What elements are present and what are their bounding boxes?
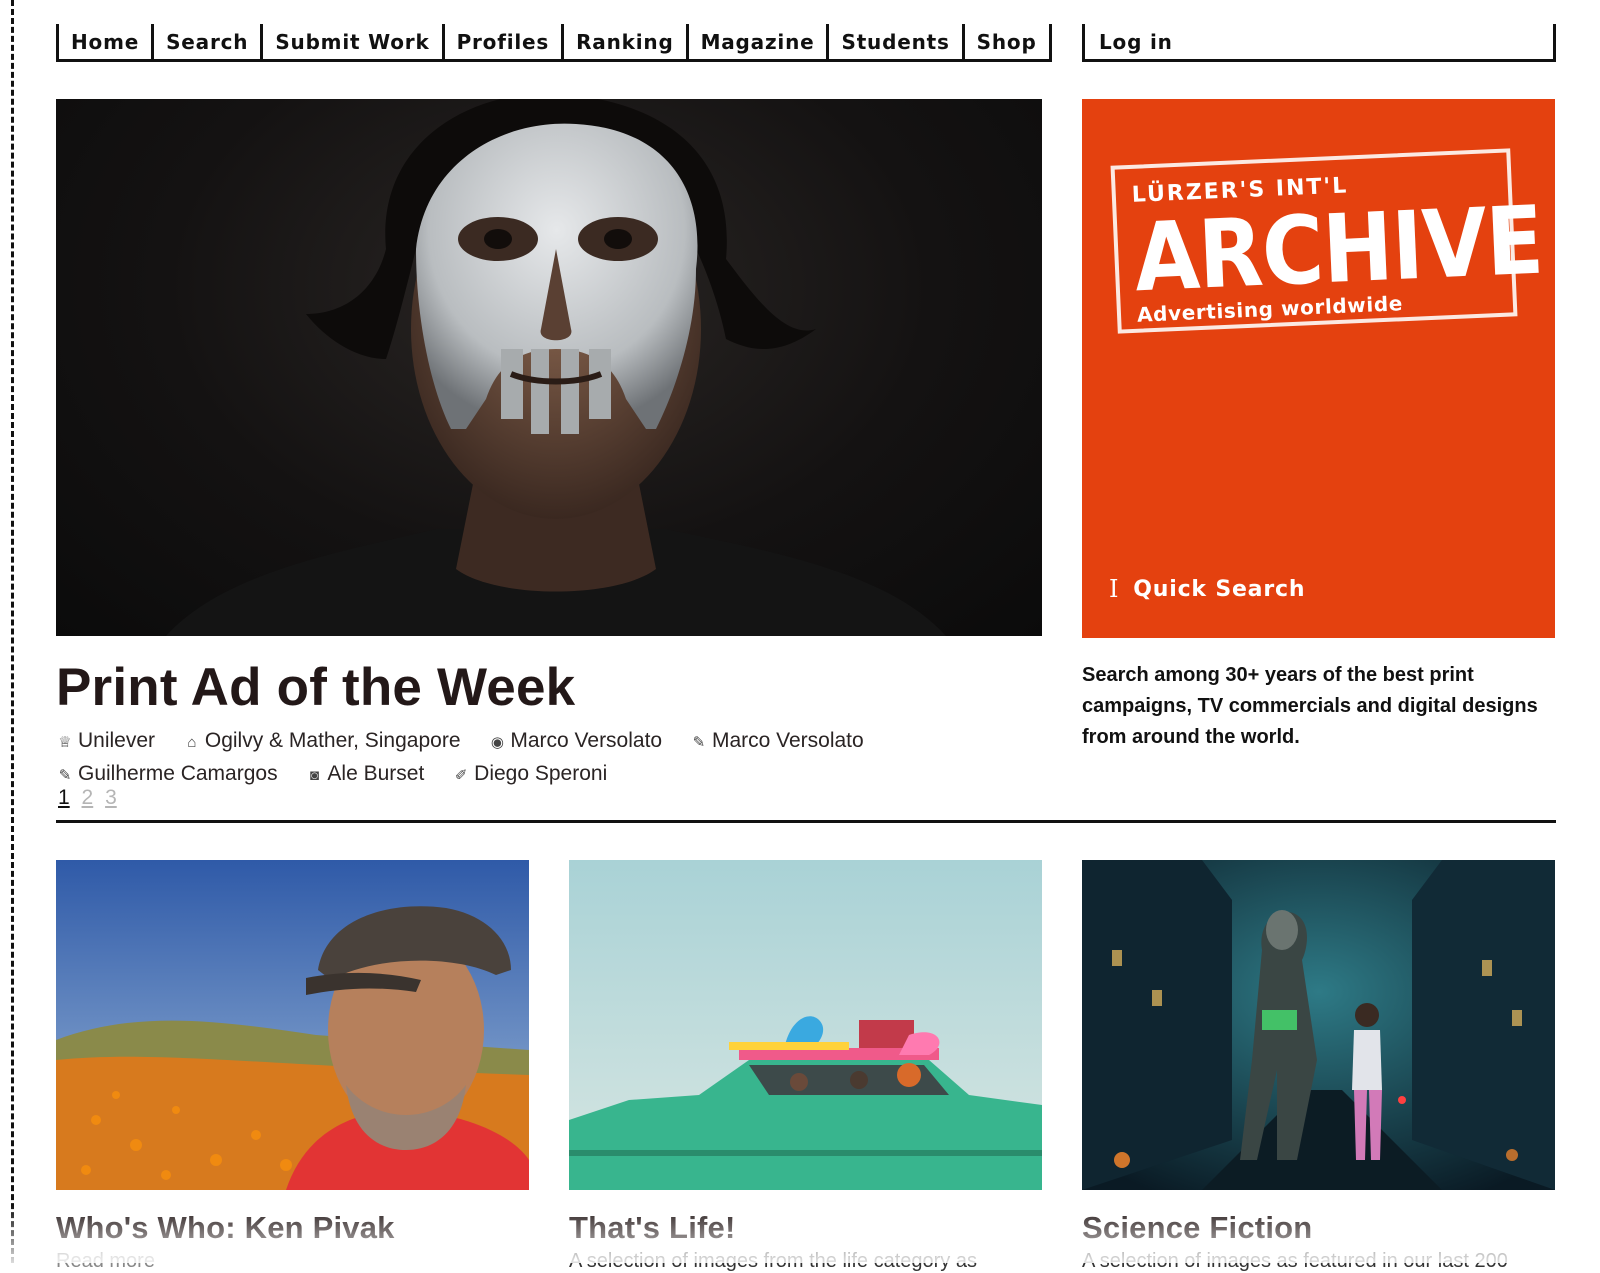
quick-search-button[interactable]: I Quick Search xyxy=(1109,575,1305,603)
pager-page-2[interactable]: 2 xyxy=(82,786,94,809)
science-fiction-image[interactable] xyxy=(1082,860,1555,1190)
card-excerpt: A selection of images from the life cate… xyxy=(569,1250,977,1272)
nav-magazine[interactable]: Magazine xyxy=(685,24,827,59)
feature-pager: 1 2 3 xyxy=(58,786,123,810)
nav-students[interactable]: Students xyxy=(826,24,961,59)
card-excerpt: A selection of images as featured in our… xyxy=(1082,1250,1508,1272)
article-card[interactable]: Science Fiction A selection of images as… xyxy=(1082,860,1555,1273)
article-card[interactable]: Who's Who: Ken Pivak Read more xyxy=(56,860,529,1273)
eye-icon: ◉ xyxy=(490,734,504,751)
ad-credits: ♕ Unilever ⌂ Ogilvy & Mather, Singapore ◉ M… xyxy=(56,725,1036,791)
card-title[interactable]: Who's Who: Ken Pivak xyxy=(56,1210,529,1246)
ken-pivak-portrait-image[interactable] xyxy=(56,860,529,1190)
main-nav: Home Search Submit Work Profiles Ranking… xyxy=(56,24,1052,62)
print-ad-of-week-title[interactable]: Print Ad of the Week xyxy=(56,657,575,718)
text-cursor-icon: I xyxy=(1109,575,1120,603)
archive-description: Search among 30+ years of the best print… xyxy=(1082,664,1538,748)
read-more-link[interactable]: Read more xyxy=(56,1250,529,1273)
archive-logo-stamp: LÜRZER'S INT'L ARCHIVE Advertising world… xyxy=(1110,148,1545,334)
agency-icon: ⌂ xyxy=(187,734,197,751)
nav-profiles[interactable]: Profiles xyxy=(441,24,562,59)
card-title[interactable]: Science Fiction xyxy=(1082,1210,1555,1246)
nav-search[interactable]: Search xyxy=(151,24,260,59)
credit-agency[interactable]: ⌂ Ogilvy & Mather, Singapore xyxy=(183,725,460,758)
print-ad-hero-image[interactable] xyxy=(56,99,1042,636)
article-card[interactable]: That's Life! A selection of images from … xyxy=(569,860,1042,1273)
card-title[interactable]: That's Life! xyxy=(569,1210,1042,1246)
pen-icon: ✎ xyxy=(692,734,706,751)
credit-creative-director[interactable]: ◉ Marco Versolato xyxy=(488,725,662,758)
pager-page-3[interactable]: 3 xyxy=(105,786,117,809)
camera-icon: ◙ xyxy=(309,767,319,784)
archive-quick-search-panel[interactable]: LÜRZER'S INT'L ARCHIVE Advertising world… xyxy=(1082,99,1555,638)
thats-life-car-image[interactable] xyxy=(569,860,1042,1190)
crown-icon: ♕ xyxy=(58,734,72,751)
login-link[interactable]: Log in xyxy=(1082,24,1556,62)
nav-shop[interactable]: Shop xyxy=(961,24,1052,59)
credit-copywriter[interactable]: ✎ Marco Versolato xyxy=(690,725,864,758)
section-divider xyxy=(56,820,1556,823)
credit-photographer[interactable]: ◙ Ale Burset xyxy=(305,758,424,791)
credit-illustrator[interactable]: ✐ Diego Speroni xyxy=(452,758,607,791)
nav-home[interactable]: Home xyxy=(56,24,151,59)
credit-client[interactable]: ♕ Unilever xyxy=(56,725,155,758)
pager-page-1[interactable]: 1 xyxy=(58,786,70,809)
page-edge-dashed-line xyxy=(11,0,14,1263)
nav-submit-work[interactable]: Submit Work xyxy=(260,24,441,59)
nav-ranking[interactable]: Ranking xyxy=(561,24,685,59)
brush-icon: ✐ xyxy=(454,767,468,784)
